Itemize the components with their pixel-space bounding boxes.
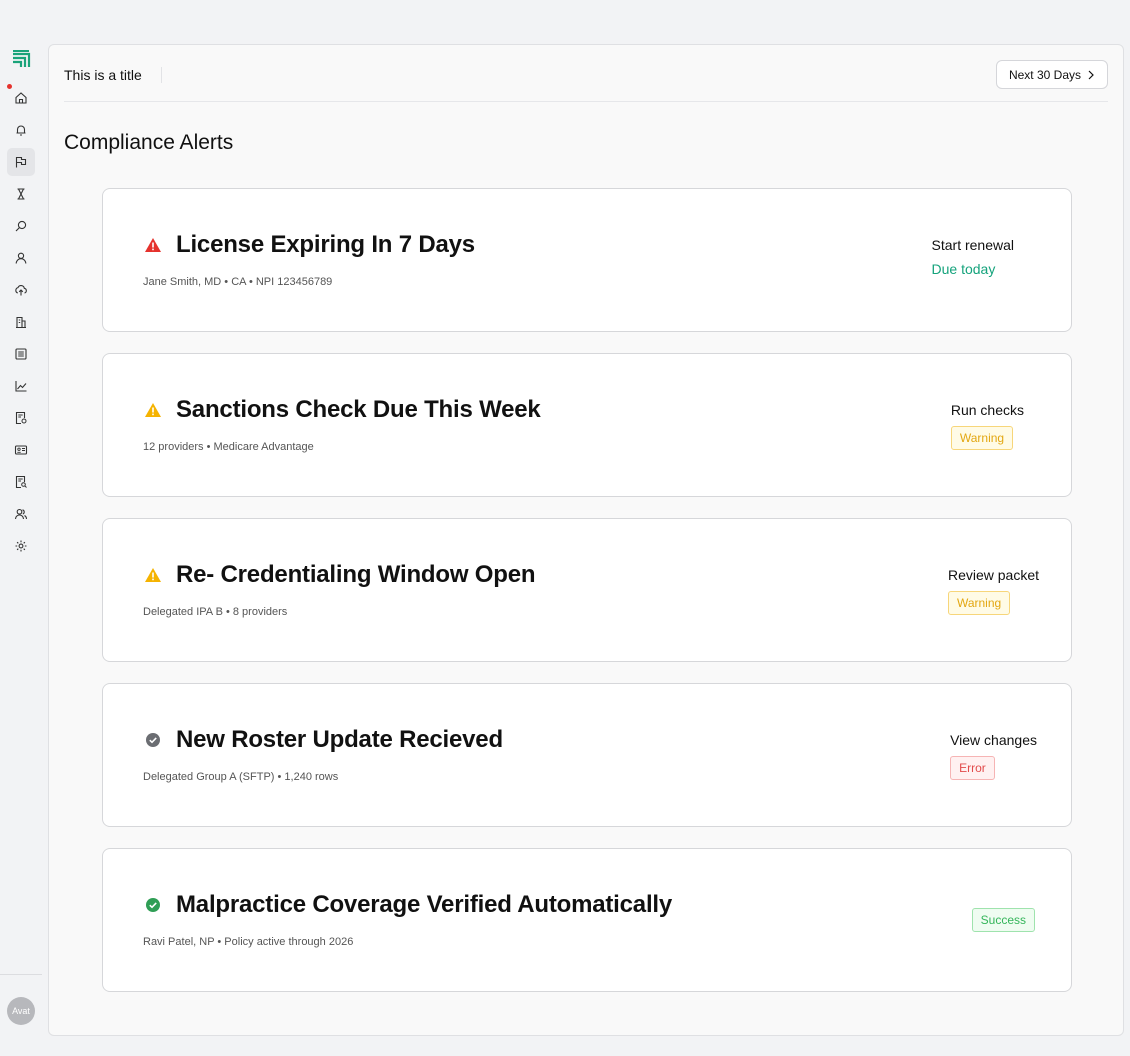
alert-subtitle: Delegated IPA B • 8 providers (143, 606, 288, 618)
due-status: Due today (931, 261, 996, 277)
cloud-upload-icon[interactable] (7, 276, 35, 304)
building-icon[interactable] (7, 308, 35, 336)
status-badge: Success (971, 908, 1035, 932)
alert-triangle-icon (144, 236, 162, 254)
warning-triangle-icon (144, 566, 162, 584)
sidebar: Avat (0, 0, 42, 1056)
user-icon[interactable] (7, 244, 35, 272)
alert-subtitle: Jane Smith, MD • CA • NPI 123456789 (143, 276, 333, 288)
alert-action-link[interactable]: View changes (950, 732, 1037, 748)
header-divider (64, 101, 1108, 102)
alert-card[interactable]: Malpractice Coverage Verified Automatica… (102, 848, 1072, 992)
alert-title: New Roster Update Recieved (176, 726, 503, 753)
alert-title: Re- Credentialing Window Open (176, 561, 536, 588)
search-icon[interactable] (7, 212, 35, 240)
alert-title: Malpractice Coverage Verified Automatica… (176, 891, 673, 918)
check-circle-icon (144, 731, 162, 749)
check-circle-icon (144, 896, 162, 914)
flag-icon[interactable] (7, 148, 35, 176)
alert-card[interactable]: Re- Credentialing Window Open Delegated … (102, 518, 1072, 662)
app-logo[interactable] (11, 49, 31, 69)
alert-subtitle: Delegated Group A (SFTP) • 1,240 rows (143, 771, 339, 783)
alert-card[interactable]: New Roster Update Recieved Delegated Gro… (102, 683, 1072, 827)
alert-card[interactable]: Sanctions Check Due This Week 12 provide… (102, 353, 1072, 497)
hourglass-icon[interactable] (7, 180, 35, 208)
chart-icon[interactable] (7, 372, 35, 400)
alert-action-link[interactable]: Review packet (948, 567, 1039, 583)
document-settings-icon[interactable] (7, 404, 35, 432)
main-panel: This is a title Next 30 Days Compliance … (48, 44, 1124, 1036)
page-header-title: This is a title (64, 67, 142, 83)
date-range-button[interactable]: Next 30 Days (995, 60, 1108, 89)
status-badge: Error (950, 756, 995, 780)
chevron-right-icon (1088, 70, 1094, 79)
alert-title: License Expiring In 7 Days (176, 231, 475, 258)
gear-icon[interactable] (7, 532, 35, 560)
status-badge: Warning (950, 426, 1014, 450)
avatar[interactable]: Avat (7, 997, 35, 1025)
alert-card[interactable]: License Expiring In 7 Days Jane Smith, M… (102, 188, 1072, 332)
alert-subtitle: 12 providers • Medicare Advantage (143, 441, 314, 453)
list-icon[interactable] (7, 340, 35, 368)
alert-action-link[interactable]: Start renewal (932, 237, 1014, 253)
document-search-icon[interactable] (7, 468, 35, 496)
section-title: Compliance Alerts (64, 131, 234, 154)
alert-title: Sanctions Check Due This Week (176, 396, 541, 423)
date-range-label: Next 30 Days (1008, 67, 1081, 82)
home-icon[interactable] (7, 84, 35, 112)
warning-triangle-icon (144, 401, 162, 419)
users-icon[interactable] (7, 500, 35, 528)
header-separator (161, 67, 162, 83)
alert-action-link[interactable]: Run checks (951, 402, 1024, 418)
status-badge: Warning (947, 591, 1011, 615)
bell-icon[interactable] (7, 116, 35, 144)
alert-subtitle: Ravi Patel, NP • Policy active through 2… (143, 936, 354, 948)
sidebar-divider (0, 974, 42, 975)
id-card-icon[interactable] (7, 436, 35, 464)
